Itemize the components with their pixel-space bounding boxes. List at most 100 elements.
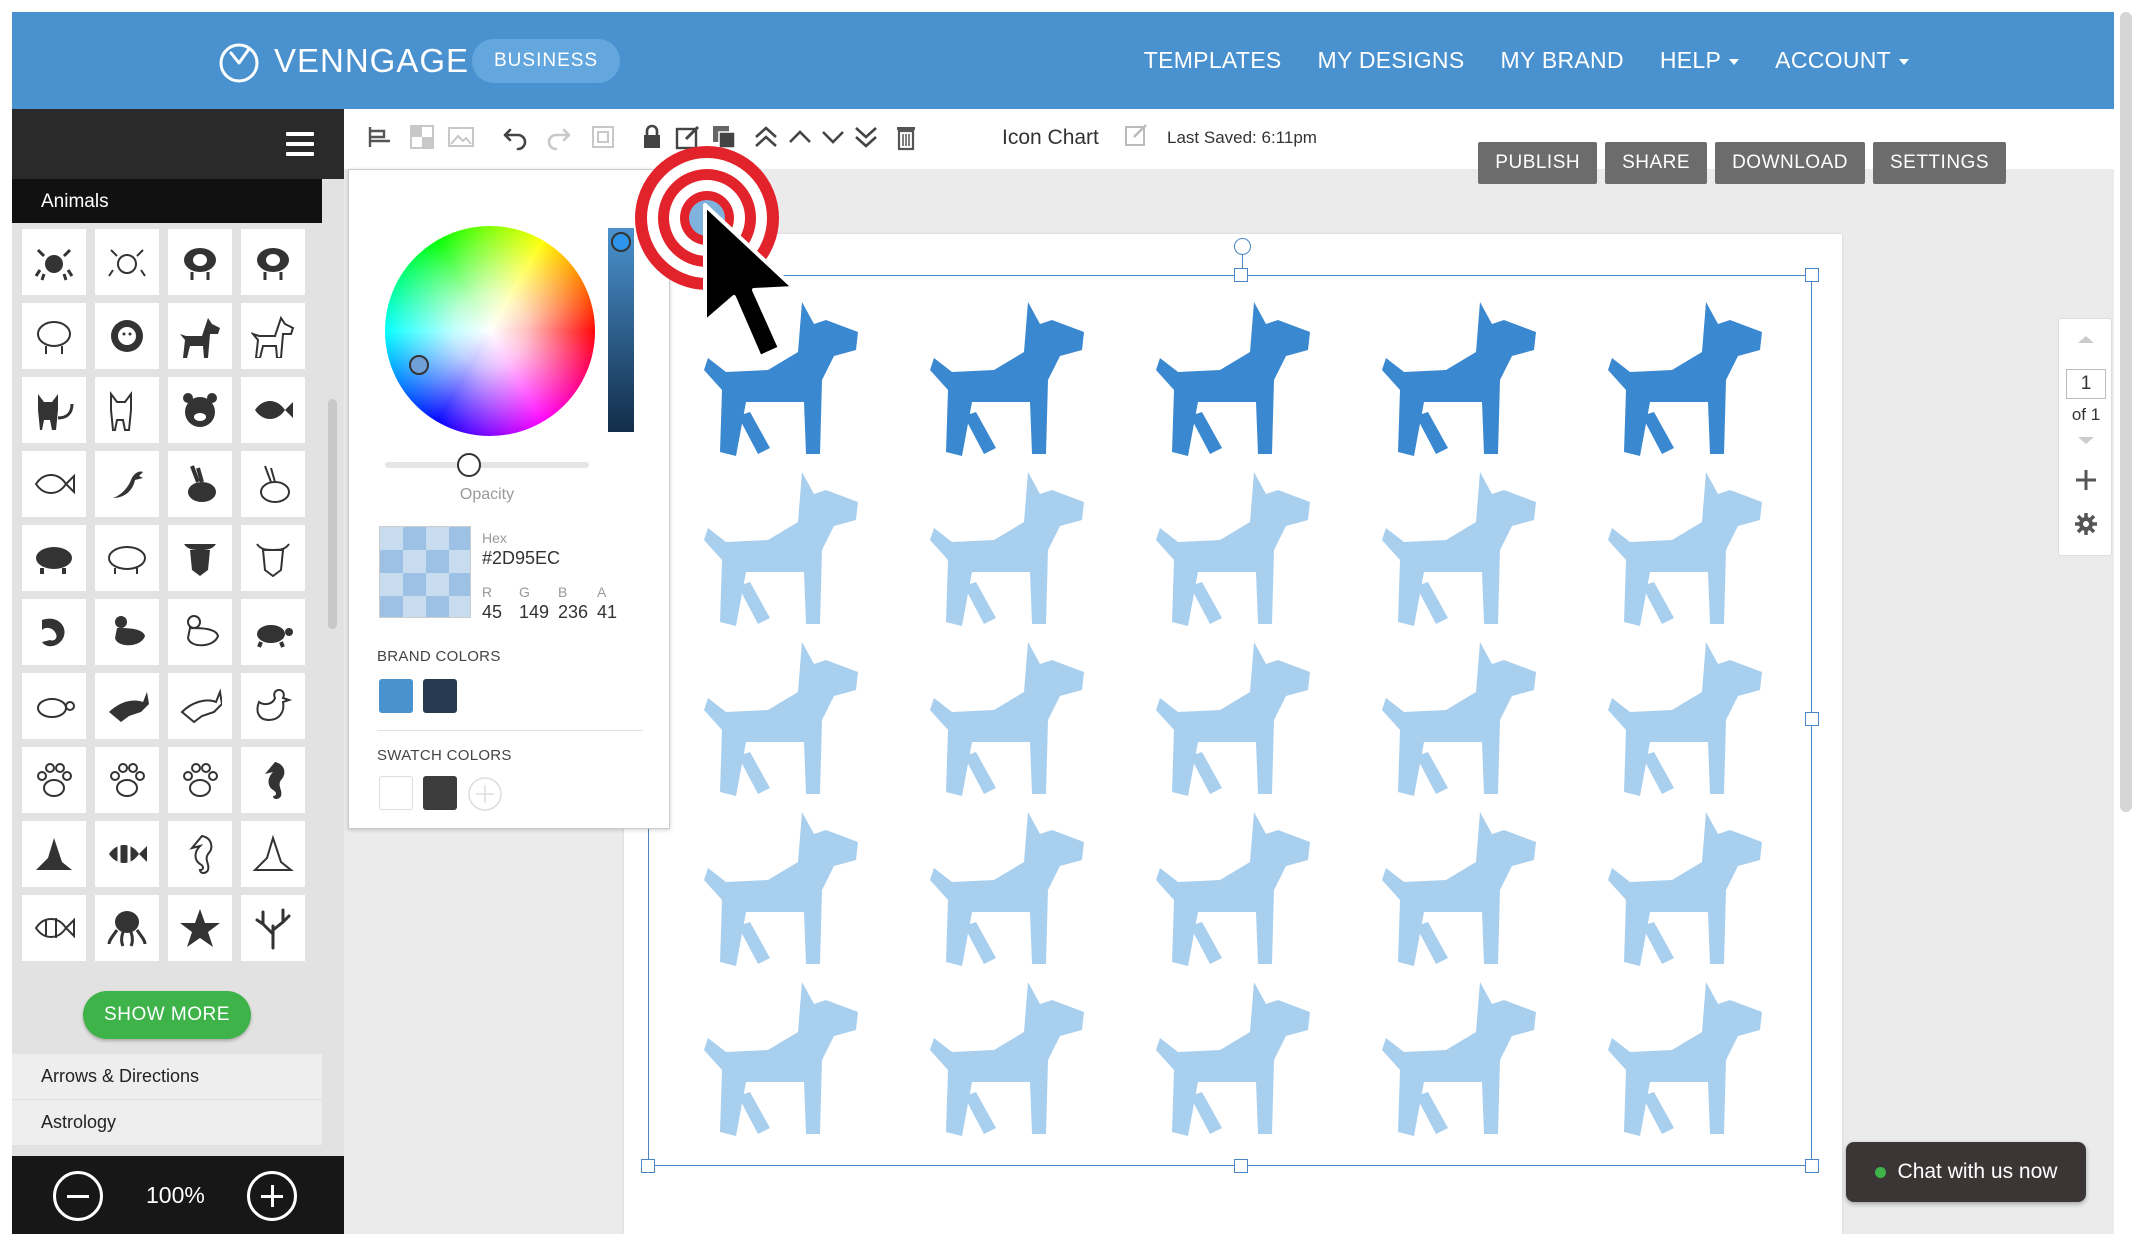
hex-input[interactable]: #2D95EC <box>482 548 560 569</box>
shark-icon[interactable] <box>22 821 86 887</box>
brightness-slider[interactable] <box>608 228 634 432</box>
color-wheel[interactable] <box>385 226 595 436</box>
clownfish-outline-icon[interactable] <box>22 895 86 961</box>
chicken-icon[interactable] <box>241 673 305 739</box>
sidebar-scrollbar[interactable] <box>328 399 337 629</box>
cow-icon[interactable] <box>168 525 232 591</box>
opacity-slider[interactable] <box>385 462 589 468</box>
nav-my-designs[interactable]: MY DESIGNS <box>1317 47 1464 74</box>
fish-outline-icon[interactable] <box>22 451 86 517</box>
zoom-out-button[interactable] <box>53 1171 103 1221</box>
align-icon[interactable] <box>366 123 394 151</box>
paw-outline-icon[interactable] <box>95 747 159 813</box>
zoom-in-button[interactable] <box>247 1171 297 1221</box>
hue-selector[interactable] <box>409 355 429 375</box>
duck-icon[interactable] <box>95 599 159 665</box>
hamburger-menu-icon[interactable] <box>286 132 314 162</box>
seahorse-icon[interactable] <box>241 747 305 813</box>
publish-button[interactable]: PUBLISH <box>1478 142 1598 184</box>
rotate-handle[interactable] <box>1234 238 1251 255</box>
trash-icon[interactable] <box>892 123 920 151</box>
category-item[interactable]: Astrology <box>12 1100 322 1146</box>
gear-icon[interactable] <box>2073 511 2099 537</box>
add-page-icon[interactable] <box>2073 467 2099 493</box>
send-backward-icon[interactable] <box>819 123 847 151</box>
crab-outline-icon[interactable] <box>95 229 159 295</box>
crab-icon[interactable] <box>22 229 86 295</box>
document-title[interactable]: Icon Chart <box>1002 126 1099 150</box>
window-scrollbar[interactable] <box>2120 12 2132 812</box>
swatch-color[interactable] <box>379 776 413 810</box>
nav-my-brand[interactable]: MY BRAND <box>1500 47 1623 74</box>
transparency-icon[interactable] <box>408 123 436 151</box>
undo-icon[interactable] <box>502 123 530 151</box>
nav-templates[interactable]: TEMPLATES <box>1144 47 1282 74</box>
turtle-outline-icon[interactable] <box>22 673 86 739</box>
page-number[interactable]: 1 <box>2066 369 2106 399</box>
active-category[interactable]: Animals <box>12 179 322 223</box>
share-button[interactable]: SHARE <box>1605 142 1708 184</box>
add-swatch-icon[interactable] <box>467 776 503 812</box>
show-more-button[interactable]: SHOW MORE <box>83 991 251 1039</box>
chevron-up-icon[interactable] <box>2076 333 2096 345</box>
send-to-back-icon[interactable] <box>852 123 880 151</box>
turtle-icon[interactable] <box>241 599 305 665</box>
coral-icon[interactable] <box>241 895 305 961</box>
r-input[interactable]: 45 <box>482 602 502 623</box>
duck-outline-icon[interactable] <box>168 599 232 665</box>
dog-icon[interactable] <box>168 303 232 369</box>
resize-handle-bottom-right[interactable] <box>1805 1159 1819 1173</box>
cat-icon[interactable] <box>22 377 86 443</box>
crop-icon[interactable] <box>589 123 617 151</box>
sheep-outline-icon[interactable] <box>22 303 86 369</box>
rabbit-running-outline-icon[interactable] <box>168 673 232 739</box>
category-item[interactable]: Arrows & Directions <box>12 1054 322 1100</box>
sheep-icon[interactable] <box>241 229 305 295</box>
rabbit-icon[interactable] <box>168 451 232 517</box>
swatch-color[interactable] <box>423 776 457 810</box>
image-icon[interactable] <box>447 123 475 151</box>
a-input[interactable]: 41 <box>597 602 617 623</box>
cat-outline-icon[interactable] <box>95 377 159 443</box>
brand-logo[interactable]: VENNGAGE <box>216 38 469 84</box>
pig-outline-icon[interactable] <box>95 525 159 591</box>
brand-color-swatch[interactable] <box>423 679 457 713</box>
lion-icon[interactable] <box>95 303 159 369</box>
b-input[interactable]: 236 <box>558 602 588 623</box>
pencil-icon[interactable] <box>1124 122 1150 148</box>
shrimp-icon[interactable] <box>22 599 86 665</box>
nav-account[interactable]: ACCOUNT <box>1775 47 1909 74</box>
redo-icon[interactable] <box>544 123 572 151</box>
chevron-down-icon[interactable] <box>2076 435 2096 447</box>
cow-outline-icon[interactable] <box>241 525 305 591</box>
dog-outline-icon[interactable] <box>241 303 305 369</box>
rabbit-running-icon[interactable] <box>95 673 159 739</box>
shark-outline-icon[interactable] <box>241 821 305 887</box>
paw-outline-icon[interactable] <box>168 747 232 813</box>
chat-button[interactable]: Chat with us now <box>1846 1142 2086 1202</box>
octopus-icon[interactable] <box>95 895 159 961</box>
opacity-knob[interactable] <box>456 453 481 477</box>
bird-icon[interactable] <box>95 451 159 517</box>
pig-icon[interactable] <box>22 525 86 591</box>
seahorse-outline-icon[interactable] <box>168 821 232 887</box>
brand-color-swatch[interactable] <box>379 679 413 713</box>
clownfish-icon[interactable] <box>95 821 159 887</box>
paw-icon[interactable] <box>22 747 86 813</box>
bear-icon[interactable] <box>168 377 232 443</box>
resize-handle-top[interactable] <box>1234 268 1248 282</box>
download-button[interactable]: DOWNLOAD <box>1715 142 1865 184</box>
bring-forward-icon[interactable] <box>786 123 814 151</box>
brightness-selector[interactable] <box>611 232 631 252</box>
starfish-icon[interactable] <box>168 895 232 961</box>
resize-handle-top-right[interactable] <box>1805 268 1819 282</box>
resize-handle-right[interactable] <box>1805 712 1819 726</box>
fish-icon[interactable] <box>241 377 305 443</box>
g-input[interactable]: 149 <box>519 602 549 623</box>
rabbit-outline-icon[interactable] <box>241 451 305 517</box>
nav-help[interactable]: HELP <box>1660 47 1740 74</box>
settings-button[interactable]: SETTINGS <box>1872 142 2006 184</box>
resize-handle-bottom-left[interactable] <box>641 1159 655 1173</box>
sheep-icon[interactable] <box>168 229 232 295</box>
resize-handle-bottom[interactable] <box>1234 1159 1248 1173</box>
